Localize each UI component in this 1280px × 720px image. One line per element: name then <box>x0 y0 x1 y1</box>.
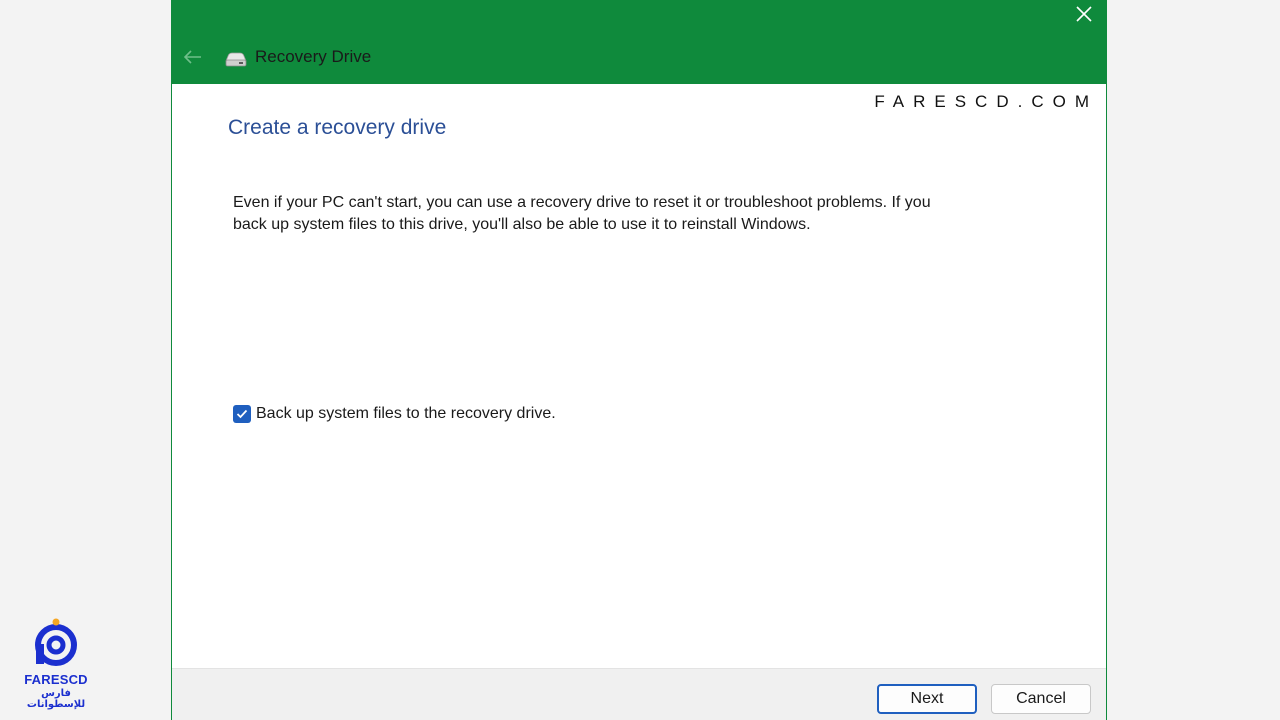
farescd-logo-icon <box>35 618 77 666</box>
drive-icon <box>225 52 247 67</box>
logo-subtitle: فارس للإسطوانات <box>26 688 86 710</box>
page-title: Create a recovery drive <box>228 116 447 139</box>
next-button[interactable]: Next <box>877 684 977 714</box>
description-text: Even if your PC can't start, you can use… <box>233 194 931 233</box>
title-bar: Recovery Drive <box>172 0 1106 84</box>
farescd-logo: FARESCD فارس للإسطوانات <box>14 618 98 710</box>
dialog-footer: Next Cancel <box>172 668 1106 720</box>
backup-checkbox[interactable] <box>233 405 251 423</box>
backup-checkbox-label[interactable]: Back up system files to the recovery dri… <box>256 405 556 423</box>
recovery-drive-window: Recovery Drive FARESCD.COM Create a reco… <box>171 0 1107 720</box>
checkmark-icon <box>236 409 248 419</box>
back-arrow-icon <box>183 50 201 64</box>
close-button[interactable] <box>1072 2 1096 26</box>
back-button[interactable] <box>180 46 204 68</box>
close-icon <box>1076 6 1092 22</box>
backup-system-files-option[interactable]: Back up system files to the recovery dri… <box>233 405 556 423</box>
logo-name: FARESCD <box>24 672 88 687</box>
cancel-button[interactable]: Cancel <box>991 684 1091 714</box>
watermark-text: FARESCD.COM <box>874 92 1098 111</box>
window-title: Recovery Drive <box>255 47 372 66</box>
